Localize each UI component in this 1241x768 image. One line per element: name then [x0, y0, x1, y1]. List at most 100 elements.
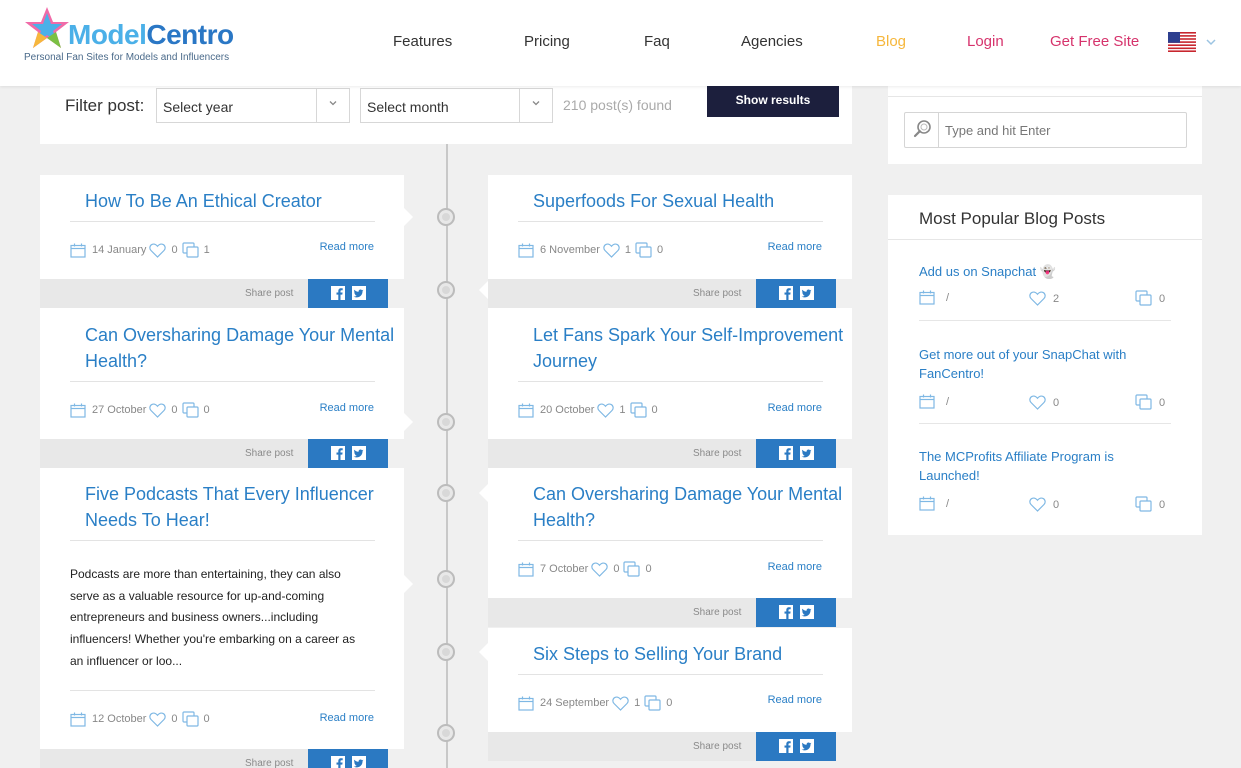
popular-post-link[interactable]: Add us on Snapchat 👻 — [919, 262, 1171, 281]
twitter-icon[interactable] — [352, 756, 366, 768]
nav-get-free-site[interactable]: Get Free Site — [1050, 33, 1139, 50]
post-likes: 0 — [171, 404, 178, 416]
facebook-icon[interactable] — [779, 605, 793, 619]
twitter-icon[interactable] — [800, 446, 814, 460]
nav-pricing[interactable]: Pricing — [524, 33, 570, 50]
comment-icon — [644, 695, 661, 711]
nav-login[interactable]: Login — [967, 33, 1004, 50]
nav-blog[interactable]: Blog — [876, 33, 906, 50]
share-label: Share post — [693, 607, 742, 618]
share-buttons — [308, 749, 388, 768]
heart-icon[interactable] — [149, 403, 167, 418]
popular-post-link[interactable]: Get more out of your SnapChat with FanCe… — [919, 345, 1171, 383]
comment-icon — [1135, 290, 1152, 306]
facebook-icon[interactable] — [779, 446, 793, 460]
comment-icon — [181, 402, 199, 418]
card-pointer — [479, 484, 488, 502]
share-bar: Share post — [40, 749, 388, 768]
comment-icon — [623, 561, 641, 577]
read-more-link[interactable]: Read more — [320, 241, 374, 253]
twitter-icon[interactable] — [352, 286, 366, 300]
nav-features[interactable]: Features — [393, 33, 452, 50]
post-date: 6 November — [540, 244, 600, 256]
post-divider — [70, 221, 375, 222]
read-more-link[interactable]: Read more — [320, 712, 374, 724]
post-comments: 1 — [203, 244, 210, 256]
twitter-icon[interactable] — [800, 605, 814, 619]
select-month[interactable]: Select month — [360, 88, 553, 123]
post-meta: 20 October 1 0 — [518, 402, 662, 418]
search-box[interactable] — [904, 112, 1187, 148]
heart-icon[interactable] — [597, 403, 615, 418]
nav-agencies[interactable]: Agencies — [741, 33, 803, 50]
timeline-dot — [437, 570, 455, 588]
post-card: Can Oversharing Damage Your Mental Healt… — [40, 308, 404, 439]
post-title[interactable]: How To Be An Ethical Creator — [85, 188, 322, 214]
post-divider — [518, 540, 823, 541]
post-divider — [518, 674, 823, 675]
read-more-link[interactable]: Read more — [768, 694, 822, 706]
facebook-icon[interactable] — [779, 739, 793, 753]
heart-icon[interactable] — [591, 562, 609, 577]
comment-icon — [1135, 496, 1152, 512]
timeline-dot — [437, 413, 455, 431]
sidebar-search-widget — [888, 86, 1202, 164]
logo-word-model: Model — [68, 19, 147, 50]
sidebar-divider — [888, 96, 1202, 97]
popular-divider — [919, 320, 1171, 321]
post-title[interactable]: Five Podcasts That Every Influencer Need… — [85, 481, 404, 533]
heart-icon[interactable] — [1029, 395, 1046, 410]
us-flag-icon[interactable] — [1168, 32, 1196, 52]
share-buttons — [308, 279, 388, 308]
post-title[interactable]: Superfoods For Sexual Health — [533, 188, 774, 214]
popular-divider — [919, 423, 1171, 424]
select-year[interactable]: Select year — [156, 88, 350, 123]
comment-icon — [181, 711, 199, 727]
search-icon[interactable] — [905, 113, 939, 147]
post-title[interactable]: Six Steps to Selling Your Brand — [533, 641, 782, 667]
popular-post-link[interactable]: The MCProfits Affiliate Program is Launc… — [919, 447, 1171, 485]
twitter-icon[interactable] — [800, 739, 814, 753]
logo-word-centro: Centro — [146, 19, 234, 50]
post-card: Can Oversharing Damage Your Mental Healt… — [488, 468, 852, 598]
timeline-dot — [437, 281, 455, 299]
calendar-icon — [70, 712, 86, 727]
post-card: Six Steps to Selling Your Brand 24 Septe… — [488, 628, 852, 732]
show-results-button[interactable]: Show results — [707, 86, 839, 117]
twitter-icon[interactable] — [352, 446, 366, 460]
read-more-link[interactable]: Read more — [320, 402, 374, 414]
heart-icon[interactable] — [612, 696, 629, 711]
heart-icon[interactable] — [149, 243, 167, 258]
heart-icon[interactable] — [149, 712, 167, 727]
post-card: Let Fans Spark Your Self-Improvement Jou… — [488, 308, 852, 439]
post-divider — [70, 690, 375, 691]
read-more-link[interactable]: Read more — [768, 561, 822, 573]
calendar-icon — [919, 290, 935, 305]
post-date: 20 October — [540, 404, 595, 416]
timeline-dot — [437, 208, 455, 226]
comment-icon — [635, 242, 652, 258]
heart-icon[interactable] — [603, 243, 620, 258]
comment-icon — [181, 242, 199, 258]
read-more-link[interactable]: Read more — [768, 402, 822, 414]
facebook-icon[interactable] — [331, 446, 345, 460]
post-title[interactable]: Let Fans Spark Your Self-Improvement Jou… — [533, 322, 852, 374]
post-title[interactable]: Can Oversharing Damage Your Mental Healt… — [85, 322, 404, 374]
heart-icon[interactable] — [1029, 291, 1046, 306]
facebook-icon[interactable] — [331, 756, 345, 768]
timeline-line — [446, 144, 448, 768]
read-more-link[interactable]: Read more — [768, 241, 822, 253]
facebook-icon[interactable] — [779, 286, 793, 300]
post-title[interactable]: Can Oversharing Damage Your Mental Healt… — [533, 481, 852, 533]
popular-post-meta: / 0 0 — [919, 394, 1171, 414]
facebook-icon[interactable] — [331, 286, 345, 300]
popular-post-comments: 0 — [1159, 293, 1166, 305]
search-input[interactable] — [945, 120, 1175, 140]
logo[interactable]: ModelCentro Personal Fan Sites for Model… — [24, 5, 264, 65]
nav-faq[interactable]: Faq — [644, 33, 670, 50]
calendar-icon — [919, 496, 935, 511]
widget-divider — [888, 239, 1202, 240]
language-chevron-down-icon[interactable] — [1205, 36, 1217, 48]
twitter-icon[interactable] — [800, 286, 814, 300]
heart-icon[interactable] — [1029, 497, 1046, 512]
